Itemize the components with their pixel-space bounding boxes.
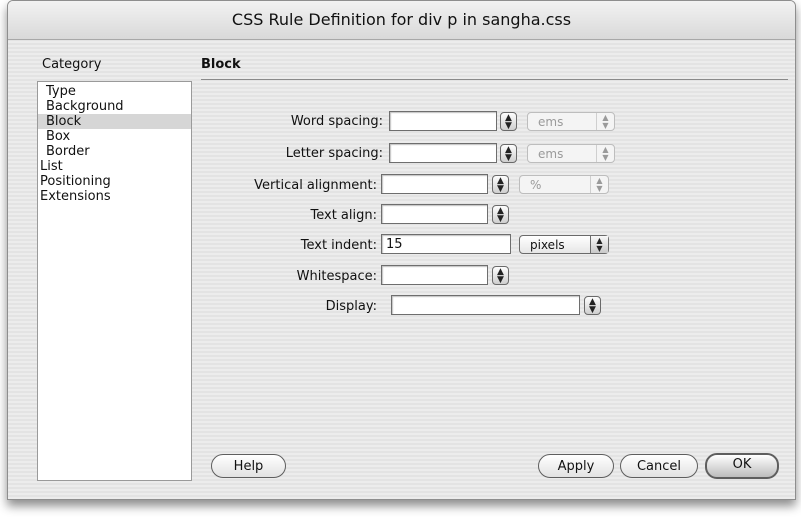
chevron-updown-icon: ▲ ▼ (596, 145, 614, 162)
word-spacing-unit-value: ems (538, 115, 564, 129)
whitespace-stepper[interactable]: ▲ ▼ (492, 266, 509, 285)
category-heading: Category (42, 57, 102, 72)
text-indent-unit-value: pixels (530, 238, 565, 252)
text-indent-label: Text indent: (300, 238, 377, 253)
cancel-button[interactable]: Cancel (620, 454, 698, 478)
category-item-extensions[interactable]: Extensions (40, 189, 111, 204)
text-indent-input[interactable]: 15 (381, 234, 511, 254)
css-rule-dialog: CSS Rule Definition for div p in sangha.… (7, 0, 796, 500)
vertical-alignment-label: Vertical alignment: (254, 178, 377, 193)
apply-button[interactable]: Apply (538, 454, 614, 478)
dialog-title: CSS Rule Definition for div p in sangha.… (8, 1, 795, 40)
word-spacing-unit-select[interactable]: ems ▲ ▼ (527, 112, 615, 131)
category-item-block[interactable]: Block (38, 114, 191, 129)
help-button[interactable]: Help (211, 454, 286, 478)
category-item-background[interactable]: Background (46, 99, 124, 114)
vertical-alignment-unit-select[interactable]: % ▲ ▼ (519, 175, 609, 194)
category-item-positioning[interactable]: Positioning (40, 174, 111, 189)
category-item-list[interactable]: List (40, 159, 63, 174)
word-spacing-input[interactable] (389, 111, 497, 131)
category-item-border[interactable]: Border (46, 144, 90, 159)
display-label: Display: (325, 299, 377, 314)
ok-button[interactable]: OK (705, 453, 779, 479)
word-spacing-label: Word spacing: (290, 114, 383, 129)
vertical-alignment-stepper[interactable]: ▲ ▼ (492, 175, 509, 194)
whitespace-input[interactable] (381, 265, 488, 285)
panel-heading: Block (201, 57, 241, 72)
letter-spacing-unit-value: ems (538, 147, 564, 161)
category-list[interactable]: Type Background Block Box Border List Po… (37, 81, 192, 481)
text-indent-unit-select[interactable]: pixels ▲ ▼ (519, 235, 609, 254)
letter-spacing-input[interactable] (389, 143, 497, 163)
vertical-alignment-input[interactable] (381, 174, 488, 194)
text-align-stepper[interactable]: ▲ ▼ (492, 205, 509, 224)
text-align-input[interactable] (381, 204, 488, 224)
display-input[interactable] (391, 295, 580, 315)
category-item-box[interactable]: Box (46, 129, 70, 144)
vertical-alignment-unit-value: % (530, 178, 542, 192)
chevron-updown-icon: ▲ ▼ (596, 113, 614, 130)
display-stepper[interactable]: ▲ ▼ (584, 296, 601, 315)
chevron-updown-icon: ▲ ▼ (590, 176, 608, 193)
chevron-updown-icon: ▲ ▼ (590, 236, 608, 253)
heading-divider (201, 79, 788, 80)
letter-spacing-unit-select[interactable]: ems ▲ ▼ (527, 144, 615, 163)
word-spacing-stepper[interactable]: ▲ ▼ (500, 112, 517, 131)
category-item-type[interactable]: Type (46, 84, 76, 99)
letter-spacing-label: Letter spacing: (285, 146, 383, 161)
whitespace-label: Whitespace: (296, 269, 377, 284)
text-align-label: Text align: (310, 208, 378, 223)
letter-spacing-stepper[interactable]: ▲ ▼ (500, 144, 517, 163)
